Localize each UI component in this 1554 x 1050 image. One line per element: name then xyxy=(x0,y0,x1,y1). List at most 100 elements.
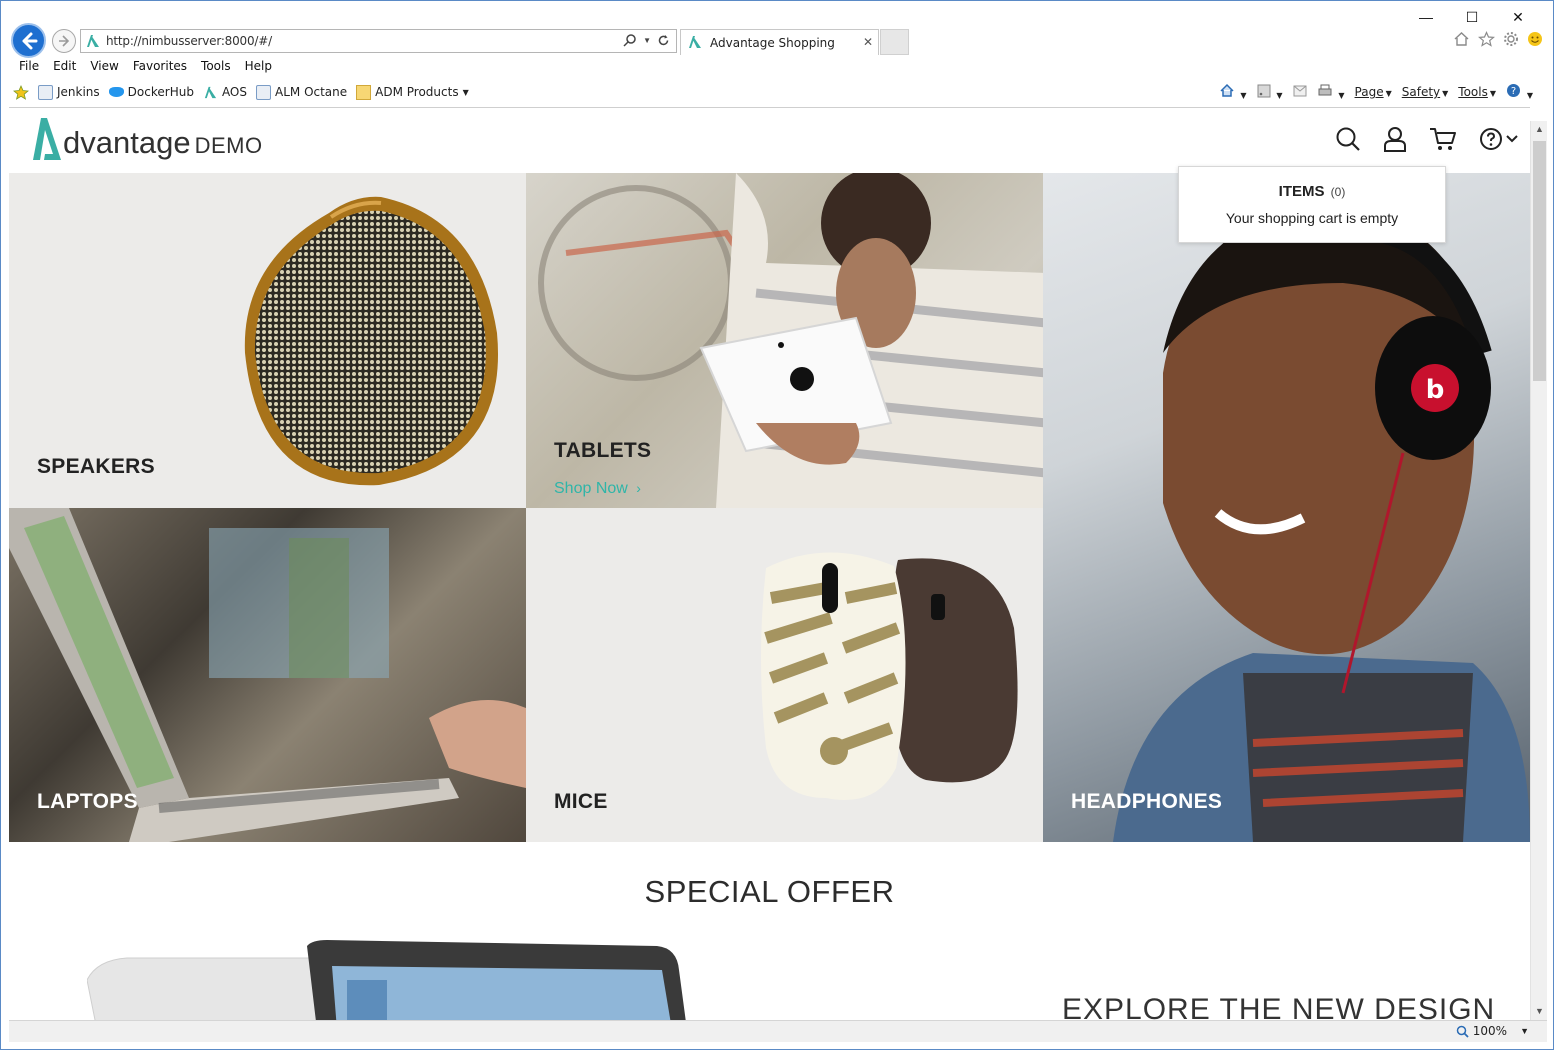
arrow-right-icon xyxy=(59,35,70,47)
home-icon[interactable] xyxy=(1453,31,1470,47)
menu-file[interactable]: File xyxy=(19,59,39,73)
chevron-right-icon: › xyxy=(636,480,641,496)
tab-title: Advantage Shopping xyxy=(710,36,835,50)
window-controls: — ☐ ✕ xyxy=(1403,7,1541,27)
logo-demo: DEMO xyxy=(194,133,263,158)
cart-items-label: ITEMS xyxy=(1278,183,1325,200)
cart-empty-message: Your shopping cart is empty xyxy=(1225,210,1399,226)
page-viewport: dvantage DEMO SPEAKERS TABLETS Shop Now … xyxy=(9,107,1530,1020)
favorites-star[interactable] xyxy=(13,84,29,100)
gear-icon[interactable] xyxy=(1503,31,1519,47)
advantage-logo[interactable]: dvantage DEMO xyxy=(31,116,263,162)
folder-icon xyxy=(356,84,372,100)
category-label-headphones: HEADPHONES xyxy=(1071,790,1223,813)
scroll-up-icon[interactable]: ▲ xyxy=(1531,121,1548,138)
refresh-icon[interactable] xyxy=(657,34,670,47)
svg-text:?: ? xyxy=(1511,86,1516,97)
logo-word: dvantage xyxy=(63,125,191,160)
category-label-speakers: SPEAKERS xyxy=(37,455,155,478)
favorite-aos[interactable]: AOS xyxy=(203,85,247,100)
site-favicon-icon xyxy=(689,36,701,48)
help-menu-icon[interactable]: ? ▼ xyxy=(1506,83,1533,101)
favorite-label: ADM Products xyxy=(375,85,459,99)
browser-window: http://nimbusserver:8000/#/ ▼ Advantage … xyxy=(0,0,1554,1050)
advantage-logo-mark-icon xyxy=(33,118,61,160)
minimize-button[interactable]: — xyxy=(1403,7,1449,27)
favorite-label: DockerHub xyxy=(127,85,194,99)
favorite-alm-octane[interactable]: ALM Octane xyxy=(256,84,348,100)
help-menu[interactable] xyxy=(1479,127,1518,151)
cart-items-count: (0) xyxy=(1330,185,1346,199)
category-tile-speakers[interactable]: SPEAKERS xyxy=(9,173,526,508)
dropdown-caret-icon[interactable]: ▼ xyxy=(643,36,651,45)
favorite-jenkins[interactable]: Jenkins xyxy=(38,84,100,100)
question-circle-icon xyxy=(1480,128,1502,150)
star-icon[interactable] xyxy=(1478,31,1495,47)
ie-page-icon xyxy=(38,84,53,100)
category-tile-laptops[interactable]: LAPTOPS xyxy=(9,508,526,842)
zoom-control[interactable]: 100% xyxy=(1456,1024,1507,1038)
smiley-icon[interactable] xyxy=(1527,31,1543,47)
close-window-button[interactable]: ✕ xyxy=(1495,7,1541,27)
menu-edit[interactable]: Edit xyxy=(53,59,76,73)
category-label-laptops: LAPTOPS xyxy=(37,790,138,813)
cart-items-line: ITEMS (0) xyxy=(1179,183,1445,200)
back-button[interactable] xyxy=(11,23,46,58)
menu-view[interactable]: View xyxy=(90,59,118,73)
site-favicon-icon xyxy=(87,35,99,47)
search-icon[interactable] xyxy=(623,33,637,47)
menu-bar: File Edit View Favorites Tools Help xyxy=(19,59,286,73)
menu-tools[interactable]: Tools xyxy=(201,59,231,73)
home-menu-icon[interactable]: ▼ xyxy=(1219,83,1247,101)
arrow-left-icon xyxy=(22,32,38,50)
category-label-tablets: TABLETS xyxy=(554,439,652,462)
mail-icon[interactable] xyxy=(1293,85,1307,100)
tab-advantage-shopping[interactable]: Advantage Shopping ✕ xyxy=(680,29,879,55)
zoom-icon xyxy=(1456,1025,1469,1038)
browser-toolbar-icons xyxy=(1453,31,1543,47)
favorite-adm-products[interactable]: ADM Products ▼ xyxy=(356,84,469,100)
command-bar: ▼ ▼ ▼ Page ▼ Safety ▼ Tools ▼ ? ▼ xyxy=(1219,83,1533,101)
ie-page-icon xyxy=(256,84,271,100)
favorite-dockerhub[interactable]: DockerHub xyxy=(108,85,194,99)
favorite-label: AOS xyxy=(221,85,247,99)
category-tile-mice[interactable]: MICE xyxy=(526,508,1043,842)
page-menu[interactable]: Page ▼ xyxy=(1355,85,1392,99)
feeds-icon[interactable]: ▼ xyxy=(1257,84,1283,101)
vertical-scrollbar[interactable]: ▲ ▼ xyxy=(1530,121,1547,1020)
forward-button[interactable] xyxy=(52,29,76,53)
user-icon[interactable] xyxy=(1383,126,1407,152)
favorite-label: ALM Octane xyxy=(275,85,348,99)
close-tab-icon[interactable]: ✕ xyxy=(863,35,873,49)
category-tile-headphones[interactable]: b HEADPHONES xyxy=(1043,173,1530,842)
category-tile-tablets[interactable]: TABLETS Shop Now › xyxy=(526,173,1043,508)
favorites-bar: Jenkins DockerHub AOS ALM Octane ADM Pro… xyxy=(13,83,478,101)
status-bar: 100% ▼ xyxy=(9,1020,1547,1042)
scroll-down-icon[interactable]: ▼ xyxy=(1531,1003,1548,1020)
tools-menu[interactable]: Tools ▼ xyxy=(1458,85,1496,99)
zoom-dropdown-icon[interactable]: ▼ xyxy=(1520,1026,1529,1036)
search-icon[interactable] xyxy=(1335,126,1361,152)
site-header: dvantage DEMO xyxy=(9,108,1530,173)
svg-text:b: b xyxy=(1426,375,1445,405)
chevron-down-icon xyxy=(1506,135,1518,143)
safety-menu[interactable]: Safety ▼ xyxy=(1402,85,1449,99)
new-tab-button[interactable] xyxy=(880,29,909,55)
address-bar[interactable]: http://nimbusserver:8000/#/ ▼ xyxy=(80,29,677,53)
url-text[interactable]: http://nimbusserver:8000/#/ xyxy=(106,34,272,48)
docker-whale-icon xyxy=(108,87,124,97)
shop-now-label: Shop Now xyxy=(554,480,628,497)
headphones-lifestyle-image: b xyxy=(1113,203,1530,842)
shop-now-link[interactable]: Shop Now › xyxy=(554,480,641,498)
chevron-down-icon: ▼ xyxy=(462,87,469,97)
print-icon[interactable]: ▼ xyxy=(1317,84,1345,101)
shopping-cart-icon[interactable] xyxy=(1429,126,1457,152)
scrollbar-thumb[interactable] xyxy=(1533,141,1546,381)
special-offer-heading: SPECIAL OFFER xyxy=(644,874,895,909)
menu-help[interactable]: Help xyxy=(245,59,272,73)
favorites-star-icon xyxy=(13,84,29,100)
maximize-button[interactable]: ☐ xyxy=(1449,7,1495,27)
site-favicon-icon xyxy=(204,86,217,98)
category-label-mice: MICE xyxy=(554,790,608,813)
menu-favorites[interactable]: Favorites xyxy=(133,59,187,73)
